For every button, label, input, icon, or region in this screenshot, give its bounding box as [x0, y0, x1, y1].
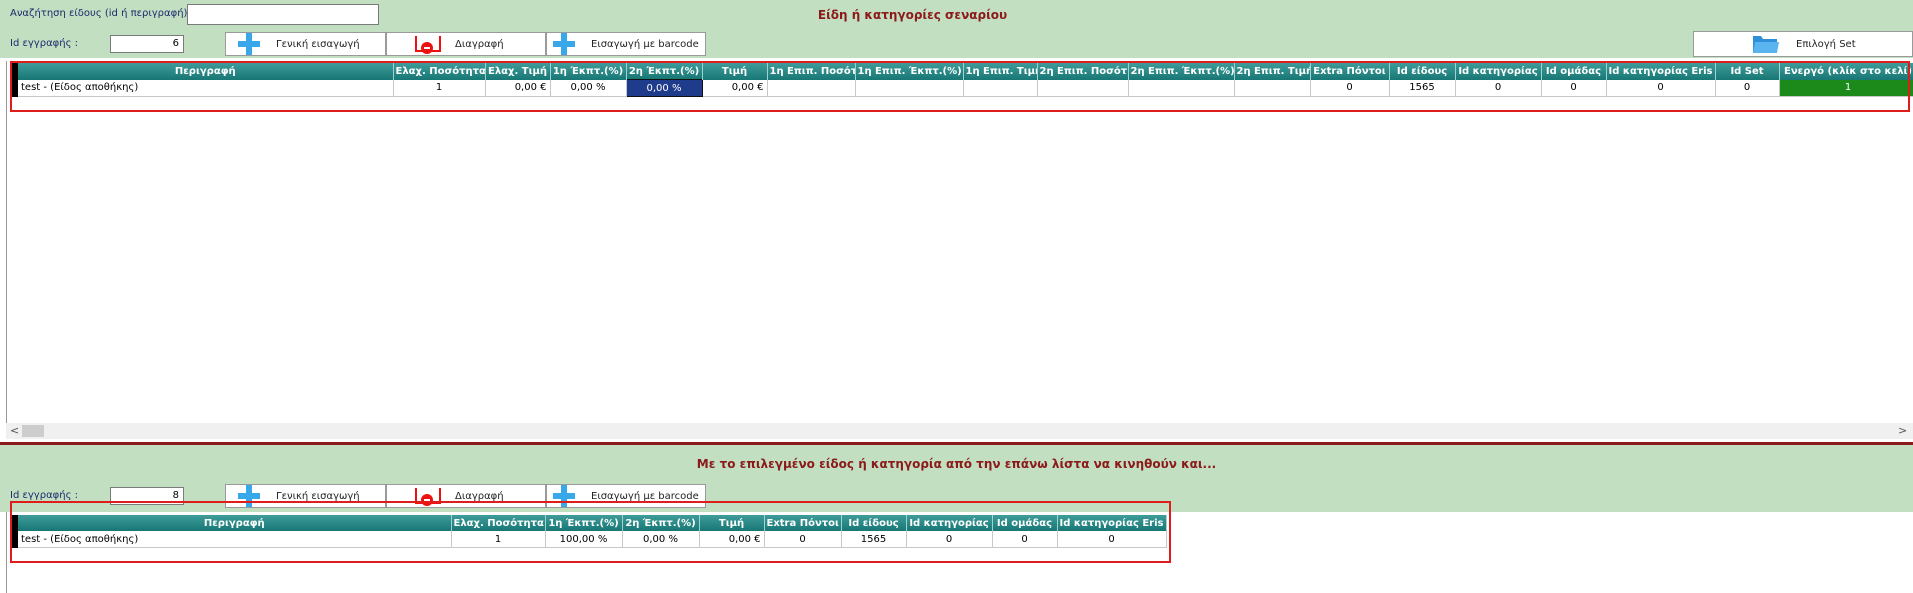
- bottom-general-insert-label: Γενική εισαγωγή: [276, 490, 360, 502]
- top-id-label: Id εγγραφής :: [10, 38, 79, 49]
- top-id-field[interactable]: 6: [110, 35, 184, 53]
- top-grid-area: [6, 61, 1913, 439]
- top-section-title: Είδη ή κατηγορίες σεναρίου: [817, 8, 1008, 22]
- top-delete-label: Διαγραφή: [455, 38, 504, 50]
- plus-icon: [551, 32, 577, 56]
- top-highlight-box: [10, 61, 1910, 112]
- top-general-insert-label: Γενική εισαγωγή: [276, 38, 360, 50]
- scroll-thumb[interactable]: [22, 425, 44, 437]
- plus-icon: [236, 32, 262, 56]
- bottom-highlight-box: [10, 501, 1171, 563]
- delete-icon: [415, 34, 441, 54]
- search-label: Αναζήτηση είδους (id ή περιγραφή): [10, 8, 188, 19]
- search-input[interactable]: [187, 4, 379, 25]
- folder-icon: [1753, 36, 1779, 53]
- scroll-right-icon[interactable]: >: [1898, 424, 1907, 437]
- top-horizontal-scrollbar[interactable]: < >: [6, 423, 1913, 439]
- scroll-left-icon[interactable]: <: [10, 424, 19, 437]
- top-general-insert-button[interactable]: Γενική εισαγωγή: [225, 32, 386, 56]
- bottom-section-title: Με το επιλεγμένο είδος ή κατηγορία από τ…: [696, 457, 1217, 471]
- select-set-button[interactable]: Επιλογή Set: [1693, 31, 1913, 57]
- bottom-id-label: Id εγγραφής :: [10, 490, 79, 501]
- top-barcode-insert-button[interactable]: Εισαγωγή με barcode: [546, 32, 706, 56]
- top-barcode-insert-label: Εισαγωγή με barcode: [591, 38, 699, 50]
- select-set-label: Επιλογή Set: [1796, 38, 1856, 50]
- top-delete-button[interactable]: Διαγραφή: [386, 32, 546, 56]
- bottom-barcode-insert-label: Εισαγωγή με barcode: [591, 490, 699, 502]
- bottom-delete-label: Διαγραφή: [455, 490, 504, 502]
